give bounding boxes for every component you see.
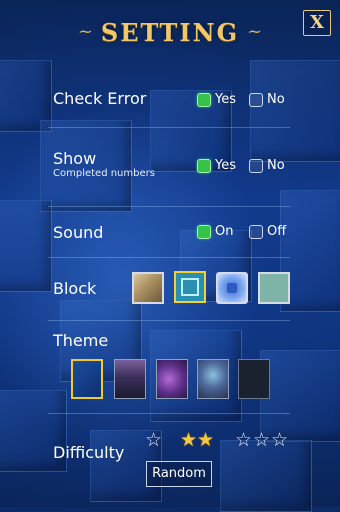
divider bbox=[48, 413, 290, 414]
star-icon: ☆ bbox=[235, 429, 253, 451]
show-yes-option[interactable]: Yes bbox=[197, 158, 236, 173]
sound-on-checkbox[interactable] bbox=[197, 224, 211, 239]
check-error-label: Check Error bbox=[53, 89, 147, 108]
show-no-label: No bbox=[267, 158, 285, 173]
divider bbox=[48, 127, 290, 128]
star-icon: ☆ bbox=[145, 429, 163, 451]
page-title: SETTING bbox=[100, 18, 240, 47]
show-sublabel: Completed numbers bbox=[53, 168, 155, 179]
check-error-yes-checkbox[interactable] bbox=[197, 92, 211, 107]
sound-label: Sound bbox=[53, 223, 104, 242]
sound-off-label: Off bbox=[267, 224, 287, 239]
star-icon: ★ bbox=[180, 429, 198, 451]
show-no-option[interactable]: No bbox=[249, 158, 285, 173]
theme-option-castle[interactable] bbox=[114, 359, 146, 399]
close-button[interactable]: X bbox=[303, 10, 331, 36]
check-error-no-label: No bbox=[267, 92, 285, 107]
theme-option-blue-cubes[interactable] bbox=[71, 359, 103, 399]
right-flourish-icon: ~ bbox=[247, 21, 263, 42]
left-flourish-icon: ~ bbox=[77, 21, 93, 42]
show-label: Show bbox=[53, 149, 97, 168]
block-option-wood[interactable] bbox=[132, 272, 164, 304]
show-no-checkbox[interactable] bbox=[249, 158, 263, 173]
difficulty-label: Difficulty bbox=[53, 443, 125, 462]
divider bbox=[48, 257, 290, 258]
random-button[interactable]: Random bbox=[146, 461, 212, 487]
divider bbox=[48, 320, 290, 321]
star-icon: ☆ bbox=[271, 429, 289, 451]
show-yes-label: Yes bbox=[215, 158, 236, 173]
star-icon: ★ bbox=[197, 429, 215, 451]
block-label: Block bbox=[53, 279, 97, 298]
sound-off-checkbox[interactable] bbox=[249, 224, 263, 239]
check-error-no-checkbox[interactable] bbox=[249, 92, 263, 107]
divider bbox=[48, 206, 290, 207]
theme-option-purple-nebula[interactable] bbox=[156, 359, 188, 399]
theme-option-dark[interactable] bbox=[238, 359, 270, 399]
sound-on-label: On bbox=[215, 224, 234, 239]
check-error-no-option[interactable]: No bbox=[249, 92, 285, 107]
theme-option-cloudy-sky[interactable] bbox=[197, 359, 229, 399]
theme-label: Theme bbox=[53, 331, 109, 350]
block-option-sage[interactable] bbox=[258, 272, 290, 304]
sound-off-option[interactable]: Off bbox=[249, 224, 286, 239]
star-icon: ☆ bbox=[253, 429, 271, 451]
sound-on-option[interactable]: On bbox=[197, 224, 233, 239]
title-bar: ~ SETTING ~ bbox=[0, 18, 340, 52]
check-error-yes-option[interactable]: Yes bbox=[197, 92, 236, 107]
check-error-yes-label: Yes bbox=[215, 92, 236, 107]
background bbox=[0, 0, 340, 512]
block-option-blue-glass[interactable] bbox=[216, 272, 248, 304]
show-yes-checkbox[interactable] bbox=[197, 158, 211, 173]
block-option-teal-frame[interactable] bbox=[174, 271, 206, 303]
